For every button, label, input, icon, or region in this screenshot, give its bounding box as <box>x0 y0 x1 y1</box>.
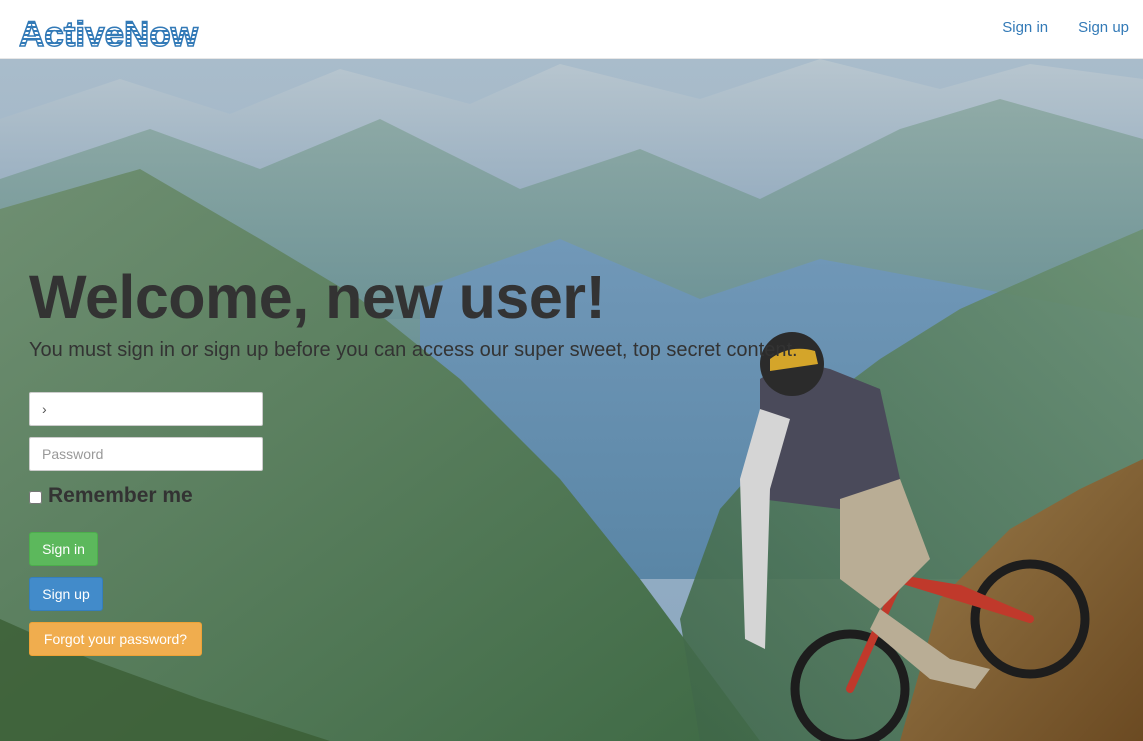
nav-sign-in-link[interactable]: Sign in <box>987 0 1063 59</box>
nav-links: Sign in Sign up <box>987 0 1143 59</box>
brand-logo[interactable]: ActiveNow <box>19 14 275 52</box>
password-field[interactable] <box>29 437 263 471</box>
page-title: Welcome, new user! <box>29 263 606 331</box>
remember-me-row: Remember me <box>29 484 193 508</box>
email-field[interactable] <box>29 392 263 426</box>
navbar: ActiveNow Sign in Sign up <box>0 0 1143 59</box>
sign-up-button[interactable]: Sign up <box>29 577 103 611</box>
page-subtitle: You must sign in or sign up before you c… <box>29 339 798 361</box>
brand-name: ActiveNow <box>19 15 199 52</box>
forgot-password-button[interactable]: Forgot your password? <box>29 622 202 656</box>
remember-me-checkbox[interactable] <box>29 491 42 504</box>
remember-me-label[interactable]: Remember me <box>48 484 193 508</box>
sign-in-button[interactable]: Sign in <box>29 532 98 566</box>
nav-sign-up-link[interactable]: Sign up <box>1063 0 1143 59</box>
